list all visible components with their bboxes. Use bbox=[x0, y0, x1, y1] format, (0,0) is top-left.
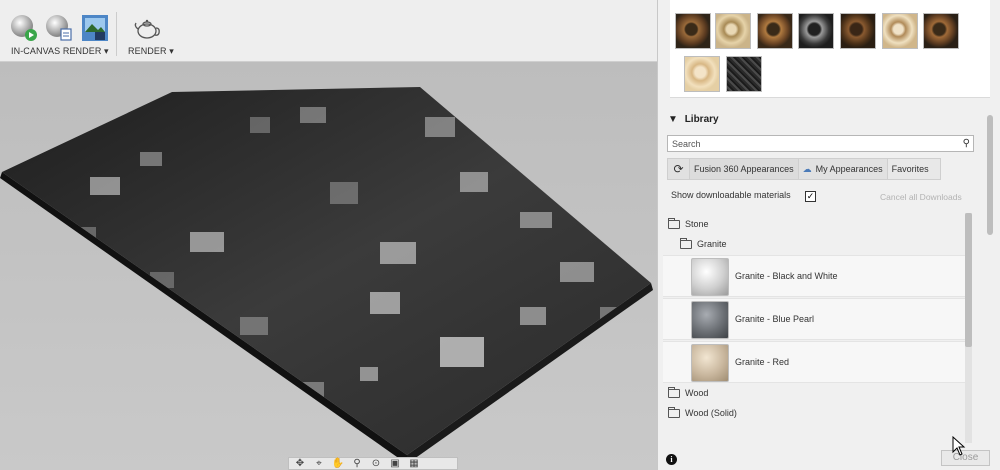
orbit-icon[interactable]: ✥ bbox=[292, 458, 308, 469]
appearance-swatch[interactable] bbox=[675, 13, 711, 49]
panel-scrollbar-thumb[interactable] bbox=[987, 115, 993, 235]
appearance-swatch[interactable] bbox=[882, 13, 918, 49]
folder-icon bbox=[668, 406, 680, 418]
mouse-cursor-icon bbox=[952, 436, 966, 456]
render-label[interactable]: RENDER ▾ bbox=[128, 46, 174, 57]
render-teapot-icon[interactable] bbox=[133, 14, 161, 42]
library-scrollbar-thumb[interactable] bbox=[965, 213, 972, 347]
info-icon[interactable]: i bbox=[666, 454, 677, 465]
cloud-icon: ☁ bbox=[802, 163, 812, 174]
material-row-granite-blue-pearl[interactable]: Granite - Blue Pearl bbox=[663, 298, 966, 340]
capture-image-icon[interactable] bbox=[81, 14, 109, 42]
zoom-icon[interactable]: ⚲ bbox=[349, 458, 365, 469]
in-canvas-render-label[interactable]: IN-CANVAS RENDER ▾ bbox=[11, 46, 109, 57]
search-placeholder: Search bbox=[672, 139, 701, 149]
folder-icon bbox=[668, 386, 680, 398]
display-settings-icon[interactable]: ▣ bbox=[387, 458, 403, 469]
collapse-triangle-icon[interactable]: ▼ bbox=[668, 114, 678, 125]
library-scrollbar[interactable] bbox=[965, 213, 972, 443]
show-downloadable-label: Show downloadable materials bbox=[671, 190, 791, 200]
appearance-swatch[interactable] bbox=[798, 13, 834, 49]
in-canvas-render-group[interactable]: IN-CANVAS RENDER ▾ bbox=[0, 0, 116, 62]
pan-icon[interactable]: ✋ bbox=[330, 458, 346, 469]
tab-my-appearances-label: My Appearances bbox=[815, 164, 883, 174]
material-thumbnail bbox=[691, 258, 729, 296]
look-at-icon[interactable]: ⌖ bbox=[311, 458, 327, 469]
folder-stone[interactable]: Stone bbox=[668, 217, 709, 229]
material-name: Granite - Red bbox=[735, 357, 790, 367]
navigation-bar: ✥ ⌖ ✋ ⚲ ⊙ ▣ ▦ bbox=[288, 457, 458, 470]
material-thumbnail bbox=[691, 344, 729, 382]
appearance-swatch[interactable] bbox=[840, 13, 876, 49]
appearance-swatch[interactable] bbox=[684, 56, 720, 92]
folder-granite-label: Granite bbox=[697, 239, 727, 249]
refresh-icon[interactable]: ⟳ bbox=[667, 158, 689, 180]
library-search-input[interactable]: Search ⚲ bbox=[667, 135, 974, 152]
grid-icon[interactable]: ▦ bbox=[406, 458, 422, 469]
fit-icon[interactable]: ⊙ bbox=[368, 458, 384, 469]
tab-my-appearances[interactable]: ☁ My Appearances bbox=[797, 158, 887, 180]
material-name: Granite - Blue Pearl bbox=[735, 314, 815, 324]
appearance-swatch[interactable] bbox=[923, 13, 959, 49]
tab-favorites[interactable]: Favorites bbox=[886, 158, 941, 180]
material-thumbnail bbox=[691, 301, 729, 339]
folder-wood[interactable]: Wood bbox=[668, 386, 709, 398]
granite-plate-render bbox=[0, 87, 653, 464]
show-downloadable-checkbox[interactable]: ✓ bbox=[805, 191, 816, 202]
folder-wood-solid-label: Wood (Solid) bbox=[685, 408, 737, 418]
appearance-swatch[interactable] bbox=[726, 56, 762, 92]
cancel-all-downloads-button[interactable]: Cancel all Downloads bbox=[880, 192, 962, 202]
material-row-granite-black-and-white[interactable]: Granite - Black and White bbox=[663, 255, 966, 297]
folder-icon bbox=[668, 217, 680, 229]
material-row-granite-red[interactable]: Granite - Red bbox=[663, 341, 966, 383]
toolbar-divider bbox=[116, 12, 117, 56]
folder-icon bbox=[680, 237, 692, 249]
library-tree: Stone Granite Granite - Black and White … bbox=[663, 212, 968, 442]
library-header[interactable]: ▼ Library bbox=[668, 114, 719, 125]
render-group[interactable]: RENDER ▾ bbox=[120, 0, 180, 62]
in-design-appearances bbox=[670, 0, 990, 98]
library-title: Library bbox=[684, 114, 719, 125]
in-canvas-render-start-icon[interactable] bbox=[10, 14, 38, 42]
fusion-render-workspace: IN-CANVAS RENDER ▾ RENDER ▾ ✥ ⌖ ✋ ⚲ ⊙ ▣ … bbox=[0, 0, 1000, 470]
appearance-swatch[interactable] bbox=[757, 13, 793, 49]
appearance-swatch[interactable] bbox=[715, 13, 751, 49]
material-name: Granite - Black and White bbox=[735, 271, 838, 281]
search-icon[interactable]: ⚲ bbox=[963, 138, 970, 149]
tab-fusion-360-appearances[interactable]: Fusion 360 Appearances bbox=[689, 158, 798, 180]
render-toolbar: IN-CANVAS RENDER ▾ RENDER ▾ bbox=[0, 0, 657, 62]
in-canvas-render-settings-icon[interactable] bbox=[45, 14, 73, 42]
folder-granite[interactable]: Granite bbox=[680, 237, 727, 249]
library-tabs: ⟳ Fusion 360 Appearances ☁ My Appearance… bbox=[667, 158, 941, 180]
render-canvas[interactable] bbox=[0, 62, 657, 470]
appearance-panel: ▼ Library Search ⚲ ⟳ Fusion 360 Appearan… bbox=[657, 0, 1000, 470]
folder-wood-label: Wood bbox=[685, 388, 709, 398]
folder-stone-label: Stone bbox=[685, 219, 709, 229]
folder-wood-solid[interactable]: Wood (Solid) bbox=[668, 406, 737, 418]
